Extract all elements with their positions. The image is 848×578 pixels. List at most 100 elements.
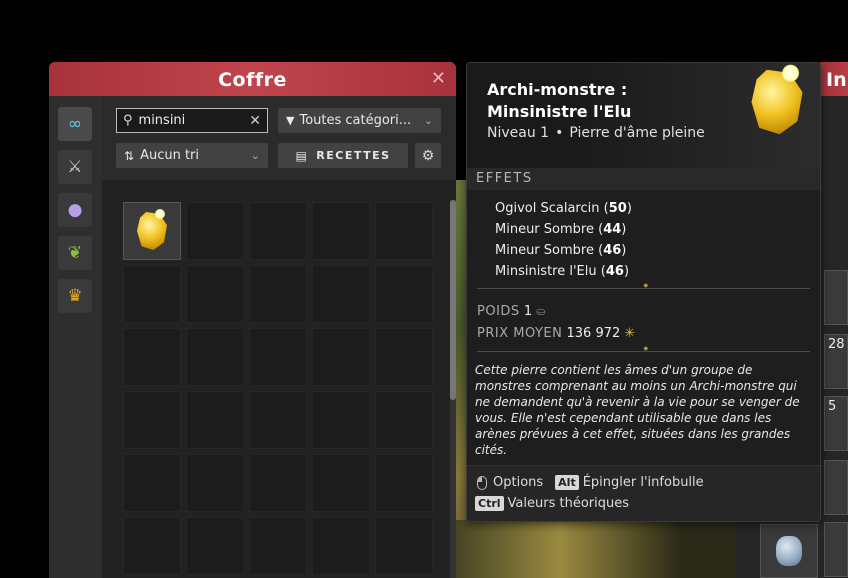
effects-title: EFFETS — [467, 168, 820, 190]
book-icon: ▤ — [295, 148, 309, 163]
chest-header[interactable]: Coffre ✕ — [49, 62, 456, 96]
search-icon: ⚲ — [123, 113, 133, 128]
chest-window: Coffre ✕ ∞ ⚔ ● ❦ ♛ ⚲ ✕ ▼ Toutes catégori… — [49, 62, 456, 578]
recipes-button[interactable]: ▤ RECETTES — [278, 143, 408, 168]
inventory-slot[interactable] — [375, 265, 433, 323]
effect-value: 46 — [605, 264, 624, 279]
soul-stone-icon — [137, 209, 167, 250]
effect-name: Minsinistre l'Elu — [495, 264, 597, 279]
chevron-down-icon: ⌄ — [423, 114, 433, 127]
inventory-slot[interactable] — [312, 202, 370, 260]
weight-value: 1 — [523, 304, 533, 319]
sort-dropdown[interactable]: ⇅ Aucun tri ⌄ — [116, 143, 268, 168]
gear-icon: ⚙ — [421, 147, 435, 164]
ctrl-key: Ctrl — [475, 496, 504, 511]
effect-item: Ogivol Scalarcin (50) — [495, 201, 632, 216]
inventory-slot[interactable] — [312, 328, 370, 386]
inventory-slot[interactable] — [186, 328, 244, 386]
effect-item: Mineur Sombre (46) — [495, 243, 627, 258]
soul-stone-icon — [776, 536, 802, 566]
inventory-slot[interactable] — [375, 517, 433, 575]
clear-icon[interactable]: ✕ — [249, 113, 261, 129]
inventory-slot[interactable] — [123, 454, 181, 512]
weight-row: POIDS 1 ⛀ — [477, 301, 820, 323]
price-label: PRIX MOYEN — [477, 326, 563, 341]
inventory-slot[interactable] — [186, 391, 244, 449]
divider — [477, 345, 810, 352]
plant-icon[interactable]: ❦ — [58, 236, 92, 270]
inventory-slot[interactable] — [249, 328, 307, 386]
tooltip-header: Archi-monstre : Minsinistre l'Elu Niveau… — [467, 63, 820, 168]
chest-toolbar: ⚲ ✕ ▼ Toutes catégori... ⌄ ⇅ Aucun tri ⌄… — [102, 96, 456, 180]
inventory-slot[interactable] — [249, 517, 307, 575]
soul-stone-icon — [752, 64, 803, 135]
inventory-slot[interactable] — [249, 265, 307, 323]
inventory-slot[interactable]: 28 — [824, 334, 848, 389]
price-row: PRIX MOYEN 136 972 ✳ — [477, 323, 820, 345]
inventory-slot[interactable] — [249, 202, 307, 260]
inventory-slot[interactable]: 5 — [824, 396, 848, 451]
effect-value: 44 — [603, 222, 622, 237]
inventory-slot[interactable] — [186, 517, 244, 575]
inventory-slot[interactable] — [375, 391, 433, 449]
inventory-slot[interactable] — [123, 517, 181, 575]
effect-item: Mineur Sombre (44) — [495, 222, 627, 237]
inventory-slot[interactable] — [375, 202, 433, 260]
tooltip-footer: Options Alt Épingler l'infobulle Ctrl Va… — [467, 465, 820, 521]
inventory-slot[interactable] — [375, 454, 433, 512]
item-tooltip: Archi-monstre : Minsinistre l'Elu Niveau… — [466, 62, 821, 522]
item-description: Cette pierre contient les âmes d'un grou… — [475, 363, 800, 457]
inventory-slot[interactable] — [375, 328, 433, 386]
mouse-icon — [477, 475, 487, 490]
inventory-slot[interactable] — [760, 524, 818, 578]
inventory-slot[interactable] — [312, 454, 370, 512]
inventory-window-edge: In 28 5 — [820, 62, 848, 578]
infinity-icon[interactable]: ∞ — [58, 107, 92, 141]
inventory-slot[interactable] — [249, 391, 307, 449]
settings-button[interactable]: ⚙ — [415, 143, 441, 168]
potion-icon[interactable]: ● — [58, 193, 92, 227]
inventory-slot[interactable] — [824, 522, 848, 577]
effect-name: Ogivol Scalarcin — [495, 201, 600, 216]
inventory-slot[interactable] — [312, 391, 370, 449]
weight-icon: ⛀ — [536, 305, 546, 318]
weight-label: POIDS — [477, 304, 520, 319]
inventory-slot[interactable] — [123, 328, 181, 386]
inventory-slot[interactable] — [186, 454, 244, 512]
chevron-down-icon: ⌄ — [250, 149, 260, 162]
item-name: Archi-monstre : Minsinistre l'Elu — [487, 80, 632, 121]
inventory-slot[interactable] — [824, 460, 848, 515]
inventory-slot[interactable] — [123, 391, 181, 449]
close-icon[interactable]: ✕ — [431, 68, 446, 89]
inventory-slot[interactable] — [249, 454, 307, 512]
category-dropdown[interactable]: ▼ Toutes catégori... ⌄ — [278, 108, 441, 133]
sort-label: Aucun tri — [140, 148, 200, 163]
inventory-slot-filled[interactable] — [123, 202, 181, 260]
scrollbar[interactable] — [450, 200, 456, 578]
search-input[interactable] — [138, 113, 239, 128]
effect-value: 50 — [608, 201, 627, 216]
inventory-slot[interactable] — [824, 270, 848, 325]
item-type: Pierre d'âme pleine — [569, 125, 705, 141]
inventory-slot[interactable] — [312, 517, 370, 575]
effects-list: Ogivol Scalarcin (50) Mineur Sombre (44) M… — [467, 190, 820, 282]
inventory-slot[interactable] — [186, 202, 244, 260]
inventory-slot[interactable] — [186, 265, 244, 323]
inventory-title-partial: In — [820, 62, 848, 96]
crown-icon[interactable]: ♛ — [58, 279, 92, 313]
ctrl-row: Ctrl Valeurs théoriques — [475, 493, 820, 514]
search-field[interactable]: ⚲ ✕ — [116, 108, 268, 133]
effect-name: Mineur Sombre — [495, 222, 594, 237]
category-sidebar: ∞ ⚔ ● ❦ ♛ — [49, 96, 102, 578]
scrollbar-thumb[interactable] — [450, 200, 456, 400]
weapon-icon[interactable]: ⚔ — [58, 150, 92, 184]
inventory-slot[interactable] — [123, 265, 181, 323]
filter-icon: ▼ — [286, 114, 295, 127]
options-row: Options Alt Épingler l'infobulle — [475, 472, 820, 493]
category-label: Toutes catégori... — [299, 113, 412, 128]
alt-key: Alt — [555, 475, 579, 490]
item-level: Niveau 1 — [487, 125, 550, 141]
game-background-bottom — [440, 520, 740, 578]
kama-icon: ✳ — [624, 326, 636, 341]
inventory-slot[interactable] — [312, 265, 370, 323]
